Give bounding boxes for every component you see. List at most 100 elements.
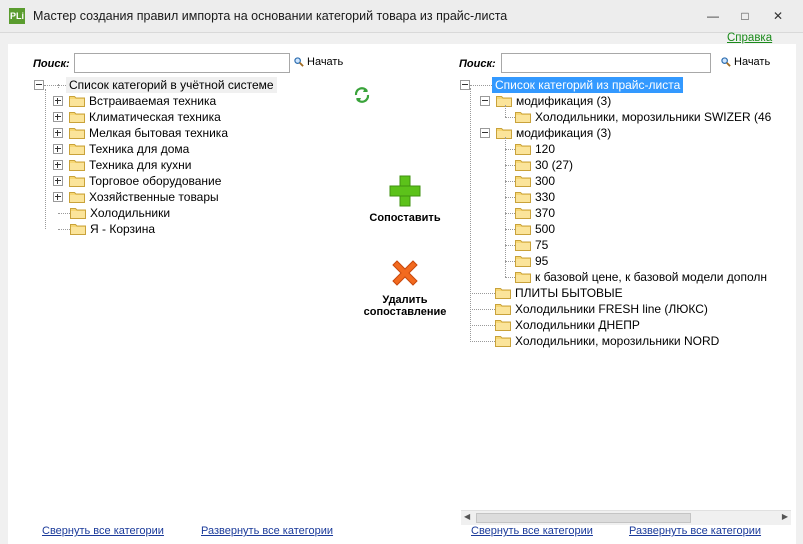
- tree-item-label: 95: [535, 254, 549, 268]
- right-tree-root[interactable]: Список категорий из прайс-листа: [460, 77, 684, 93]
- right-tree-item[interactable]: 500: [515, 221, 555, 237]
- folder-icon: [69, 111, 85, 123]
- folder-icon: [69, 95, 85, 107]
- right-tree-item[interactable]: к базовой цене, к базовой модели дополн: [515, 269, 767, 285]
- right-tree-item[interactable]: 330: [515, 189, 555, 205]
- collapse-toggle[interactable]: [480, 96, 490, 106]
- delete-label-line2: сопоставление: [363, 306, 447, 318]
- folder-icon: [70, 223, 86, 235]
- right-expand-all-link[interactable]: Развернуть все категории: [629, 525, 761, 537]
- folder-icon: [515, 159, 531, 171]
- right-start-button[interactable]: Начать: [721, 56, 770, 68]
- right-collapse-all-link[interactable]: Свернуть все категории: [471, 525, 593, 537]
- plus-icon: [389, 175, 421, 207]
- folder-icon: [69, 143, 85, 155]
- main-panel: Поиск: Начать Список категорий в учётной…: [8, 44, 796, 544]
- folder-icon: [69, 175, 85, 187]
- collapse-toggle[interactable]: [460, 80, 470, 90]
- expand-toggle[interactable]: [53, 160, 63, 170]
- right-tree-item[interactable]: Холодильники, морозильники SWIZER (46: [515, 109, 771, 125]
- expand-toggle[interactable]: [53, 192, 63, 202]
- right-root-label: Список категорий из прайс-листа: [492, 77, 684, 93]
- expand-toggle[interactable]: [53, 112, 63, 122]
- tree-item-label: модификация (3): [516, 126, 612, 140]
- tree-item-label: модификация (3): [516, 94, 612, 108]
- search-icon: [721, 57, 731, 67]
- right-tree-item[interactable]: 95: [515, 253, 548, 269]
- tree-item-label: Техника для дома: [89, 142, 190, 156]
- tree-item-label: Холодильники FRESH line (ЛЮКС): [515, 302, 708, 316]
- left-tree-item[interactable]: Мелкая бытовая техника: [53, 125, 228, 141]
- tree-item-label: ПЛИТЫ БЫТОВЫЕ: [515, 286, 623, 300]
- help-link[interactable]: Справка: [727, 32, 772, 44]
- delete-label-line1: Удалить: [382, 294, 428, 306]
- expand-toggle[interactable]: [53, 128, 63, 138]
- tree-item-label: Я - Корзина: [90, 222, 156, 236]
- left-start-button[interactable]: Начать: [294, 56, 343, 68]
- folder-icon: [515, 223, 531, 235]
- left-tree-item[interactable]: Холодильники: [70, 205, 170, 221]
- expand-toggle[interactable]: [53, 176, 63, 186]
- right-search-label: Поиск:: [459, 58, 496, 70]
- folder-icon: [495, 287, 511, 299]
- tree-item-label: Холодильники, морозильники NORD: [515, 334, 720, 348]
- tree-item-label: 300: [535, 174, 556, 188]
- folder-icon: [515, 271, 531, 283]
- tree-item-label: Торговое оборудование: [89, 174, 222, 188]
- close-icon[interactable]: ✕: [768, 8, 788, 24]
- left-tree-item[interactable]: Климатическая техника: [53, 109, 221, 125]
- delete-match-button[interactable]: Удалить сопоставление: [353, 256, 457, 318]
- scroll-thumb[interactable]: [476, 513, 691, 523]
- scroll-right-icon[interactable]: ▶: [782, 512, 788, 521]
- folder-icon: [515, 239, 531, 251]
- tree-item-label: Встраиваемая техника: [89, 94, 217, 108]
- right-tree-group[interactable]: модификация (3): [480, 125, 611, 141]
- collapse-toggle[interactable]: [480, 128, 490, 138]
- match-button[interactable]: Сопоставить: [360, 174, 450, 224]
- right-horizontal-scrollbar[interactable]: ◀ ▶: [461, 510, 791, 525]
- right-tree-group[interactable]: модификация (3): [480, 93, 611, 109]
- minimize-icon[interactable]: —: [703, 8, 723, 24]
- right-tree-item[interactable]: 30 (27): [515, 157, 573, 173]
- left-collapse-all-link[interactable]: Свернуть все категории: [42, 525, 164, 537]
- left-search-input[interactable]: [74, 53, 290, 73]
- tree-item-label: 75: [535, 238, 549, 252]
- tree-item-label: Мелкая бытовая техника: [89, 126, 228, 140]
- right-search-input[interactable]: [501, 53, 711, 73]
- folder-icon: [515, 207, 531, 219]
- expand-toggle[interactable]: [53, 144, 63, 154]
- right-tree-item[interactable]: 120: [515, 141, 555, 157]
- maximize-icon[interactable]: □: [735, 8, 755, 24]
- left-tree-item[interactable]: Техника для дома: [53, 141, 189, 157]
- x-icon: [392, 260, 418, 286]
- folder-icon: [69, 127, 85, 139]
- refresh-icon[interactable]: [353, 86, 371, 104]
- left-tree-item[interactable]: Встраиваемая техника: [53, 93, 216, 109]
- tree-item-label: Холодильники ДНЕПР: [515, 318, 640, 332]
- left-tree-item[interactable]: Я - Корзина: [70, 221, 155, 237]
- scroll-left-icon[interactable]: ◀: [464, 512, 470, 521]
- right-tree-item[interactable]: Холодильники ДНЕПР: [495, 317, 640, 333]
- tree-item-label: Холодильники, морозильники SWIZER (46: [535, 110, 772, 124]
- folder-icon: [69, 159, 85, 171]
- left-tree-item[interactable]: Хозяйственные товары: [53, 189, 219, 205]
- tree-item-label: 500: [535, 222, 556, 236]
- left-expand-all-link[interactable]: Развернуть все категории: [201, 525, 333, 537]
- right-tree-item[interactable]: 370: [515, 205, 555, 221]
- collapse-toggle[interactable]: [34, 80, 44, 90]
- right-tree-item[interactable]: ПЛИТЫ БЫТОВЫЕ: [495, 285, 623, 301]
- left-start-label: Начать: [307, 56, 344, 68]
- tree-item-label: Климатическая техника: [89, 110, 221, 124]
- right-tree-item[interactable]: 75: [515, 237, 548, 253]
- left-tree-item[interactable]: Торговое оборудование: [53, 173, 221, 189]
- right-tree-item[interactable]: Холодильники FRESH line (ЛЮКС): [495, 301, 708, 317]
- right-tree-item[interactable]: Холодильники, морозильники NORD: [495, 333, 719, 349]
- left-tree-root[interactable]: Список категорий в учётной системе: [34, 77, 277, 93]
- window-title: Мастер создания правил импорта на основа…: [33, 9, 508, 23]
- folder-icon: [515, 255, 531, 267]
- expand-toggle[interactable]: [53, 96, 63, 106]
- left-tree-item[interactable]: Техника для кухни: [53, 157, 191, 173]
- match-label: Сопоставить: [369, 212, 441, 224]
- tree-item-label: 370: [535, 206, 556, 220]
- right-tree-item[interactable]: 300: [515, 173, 555, 189]
